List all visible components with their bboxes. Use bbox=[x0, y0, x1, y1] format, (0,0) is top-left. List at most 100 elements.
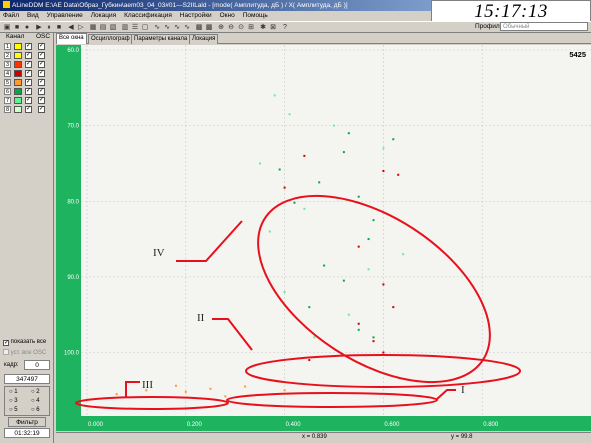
osc-icon-2[interactable]: ∿ bbox=[163, 24, 171, 32]
data-point bbox=[323, 264, 326, 267]
channel-color-swatch[interactable] bbox=[14, 70, 22, 77]
channel-checkbox[interactable]: ✓ bbox=[25, 70, 32, 77]
osc-checkbox[interactable]: ✓ bbox=[38, 97, 45, 104]
frame-input[interactable]: 0 bbox=[24, 360, 50, 370]
menu-help[interactable]: Помощь bbox=[243, 12, 268, 19]
radio-3[interactable]: ○ 3 bbox=[9, 398, 18, 404]
window-icon[interactable]: ▢ bbox=[141, 24, 149, 32]
channel-row[interactable]: 7 ✓ ✓ bbox=[4, 97, 52, 104]
settings-icon[interactable]: ✱ bbox=[259, 24, 267, 32]
channel-checkbox[interactable]: ✓ bbox=[25, 88, 32, 95]
data-point bbox=[268, 230, 271, 233]
list-icon[interactable]: ☰ bbox=[131, 24, 139, 32]
osc-icon-4[interactable]: ∿ bbox=[183, 24, 191, 32]
channel-row[interactable]: 6 ✓ ✓ bbox=[4, 88, 52, 95]
zoom-out-icon[interactable]: ⊖ bbox=[227, 24, 235, 32]
radio-5[interactable]: ○ 5 bbox=[9, 407, 18, 413]
plot-background bbox=[56, 45, 591, 431]
channel-row[interactable]: 2 ✓ ✓ bbox=[4, 52, 52, 59]
menu-location[interactable]: Локация bbox=[91, 12, 116, 19]
channel-color-swatch[interactable] bbox=[14, 43, 22, 50]
zoom-icon[interactable]: ⊙ bbox=[237, 24, 245, 32]
menu-settings[interactable]: Настройки bbox=[180, 12, 212, 19]
channel-checkbox[interactable]: ✓ bbox=[25, 61, 32, 68]
menu-window[interactable]: Окно bbox=[220, 12, 235, 19]
zoom-in-icon[interactable]: ⊕ bbox=[217, 24, 225, 32]
help-icon[interactable]: ? bbox=[281, 24, 289, 32]
channel-color-swatch[interactable] bbox=[14, 52, 22, 59]
channel-number: 7 bbox=[4, 97, 11, 104]
play-icon[interactable]: ▶ bbox=[35, 24, 43, 32]
filter-icon[interactable]: ▥ bbox=[121, 24, 129, 32]
measure-icon[interactable]: ⊞ bbox=[247, 24, 255, 32]
x-tick-label: 0.600 bbox=[384, 422, 400, 428]
osc-all-label: уст. все OSC bbox=[10, 350, 47, 356]
data-point bbox=[308, 359, 311, 362]
menu-classification[interactable]: Классификация bbox=[124, 12, 172, 19]
table-icon[interactable]: ▤ bbox=[99, 24, 107, 32]
show-all-checkbox[interactable]: ✓ показать все bbox=[3, 339, 46, 346]
pause-icon[interactable]: ⏸ bbox=[45, 24, 53, 32]
chart-icon[interactable]: ▧ bbox=[109, 24, 117, 32]
osc-icon[interactable]: ∿ bbox=[153, 24, 161, 32]
osc-checkbox[interactable]: ✓ bbox=[38, 70, 45, 77]
open-icon[interactable]: ▣ bbox=[3, 24, 11, 32]
radio-1[interactable]: ○ 1 bbox=[9, 389, 18, 395]
channel-checkbox[interactable]: ✓ bbox=[25, 79, 32, 86]
osc-checkbox[interactable]: ✓ bbox=[38, 79, 45, 86]
channel-number: 8 bbox=[4, 106, 11, 113]
osc-checkbox[interactable]: ✓ bbox=[38, 88, 45, 95]
menu-control[interactable]: Управление bbox=[47, 12, 83, 19]
channel-color-swatch[interactable] bbox=[14, 106, 22, 113]
channel-color-swatch[interactable] bbox=[14, 97, 22, 104]
tab-location[interactable]: Локация bbox=[189, 34, 219, 44]
status-bar: x = 0.839 y = 99.8 bbox=[56, 432, 591, 443]
osc-checkbox[interactable]: ✓ bbox=[38, 43, 45, 50]
channel-color-swatch[interactable] bbox=[14, 88, 22, 95]
step-back-icon[interactable]: ◀ bbox=[67, 24, 75, 32]
chip-icon-2[interactable]: ▩ bbox=[205, 24, 213, 32]
radio-2[interactable]: ○ 2 bbox=[31, 389, 40, 395]
channel-row[interactable]: 3 ✓ ✓ bbox=[4, 61, 52, 68]
data-point bbox=[115, 393, 118, 396]
channel-checkbox[interactable]: ✓ bbox=[25, 97, 32, 104]
chip-icon[interactable]: ▩ bbox=[195, 24, 203, 32]
radio-6[interactable]: ○ 6 bbox=[31, 407, 40, 413]
scatter-plot[interactable]: 100.0 90.0 80.0 70.0 60.0 0.000 0.200 0.400 0.6… bbox=[56, 45, 591, 431]
osc-checkbox[interactable]: ✓ bbox=[38, 52, 45, 59]
step-forward-icon[interactable]: ▷ bbox=[77, 24, 85, 32]
channel-row[interactable]: 8 ✓ ✓ bbox=[4, 106, 52, 113]
data-point bbox=[258, 162, 261, 165]
grid-icon[interactable]: ▦ bbox=[89, 24, 97, 32]
radio-4[interactable]: ○ 4 bbox=[31, 398, 40, 404]
channel-color-swatch[interactable] bbox=[14, 79, 22, 86]
stop-icon[interactable]: ■ bbox=[55, 24, 63, 32]
channel-checkbox[interactable]: ✓ bbox=[25, 52, 32, 59]
tab-channel-params[interactable]: Параметры канала bbox=[131, 34, 191, 44]
x-tick-label: 0.800 bbox=[483, 422, 499, 428]
data-point bbox=[367, 238, 370, 241]
menu-file[interactable]: Файл bbox=[3, 12, 19, 19]
osc-icon-3[interactable]: ∿ bbox=[173, 24, 181, 32]
plot-area[interactable]: 100.0 90.0 80.0 70.0 60.0 0.000 0.200 0.400 0.6… bbox=[56, 45, 591, 431]
menu-view[interactable]: Вид bbox=[27, 12, 39, 19]
data-point bbox=[392, 138, 395, 141]
channel-row[interactable]: 5 ✓ ✓ bbox=[4, 79, 52, 86]
channel-color-swatch[interactable] bbox=[14, 61, 22, 68]
record-icon[interactable]: ● bbox=[23, 24, 31, 32]
elapsed-time: 01:32:19 bbox=[4, 428, 50, 438]
channel-checkbox[interactable]: ✓ bbox=[25, 106, 32, 113]
channel-checkbox[interactable]: ✓ bbox=[25, 43, 32, 50]
osc-checkbox[interactable]: ✓ bbox=[38, 106, 45, 113]
tab-all-windows[interactable]: Все окна bbox=[56, 33, 87, 44]
radio-1-label: 1 bbox=[14, 389, 18, 395]
profile-select[interactable]: Обычный bbox=[500, 22, 588, 31]
osc-checkbox[interactable]: ✓ bbox=[38, 61, 45, 68]
info-icon[interactable]: ⊠ bbox=[269, 24, 277, 32]
channel-row[interactable]: 1 ✓ ✓ bbox=[4, 43, 52, 50]
save-icon[interactable]: ■ bbox=[13, 24, 21, 32]
tab-oscilloscope[interactable]: Осциллограф bbox=[88, 34, 133, 44]
channel-row[interactable]: 4 ✓ ✓ bbox=[4, 70, 52, 77]
filter-button[interactable]: Фильтр bbox=[8, 417, 46, 427]
osc-all-checkbox[interactable]: уст. все OSC bbox=[3, 349, 46, 356]
